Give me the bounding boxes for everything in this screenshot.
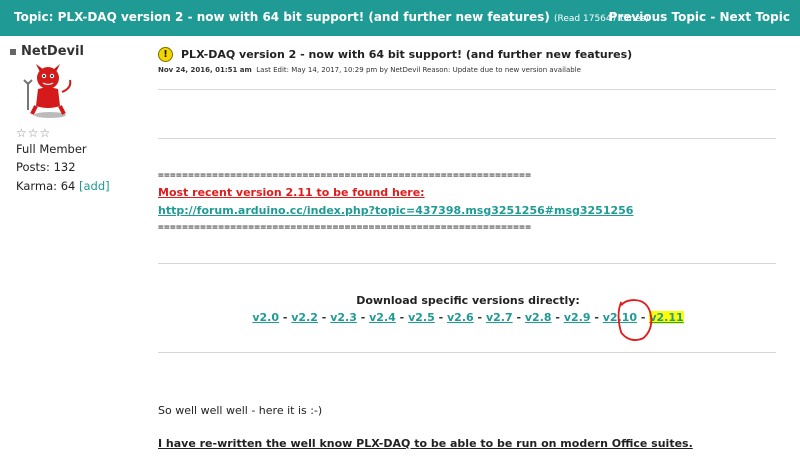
intro-text: So well well well - here it is :-) xyxy=(158,404,323,417)
divider xyxy=(158,138,776,139)
version-separator: - xyxy=(399,311,405,324)
username-row: NetDevil xyxy=(10,44,84,59)
karma-value: Karma: 64 xyxy=(16,179,76,193)
post-edit-info: Last Edit: May 14, 2017, 10:29 pm by Net… xyxy=(256,66,581,74)
topic-title-text: Topic: PLX-DAQ version 2 - now with 64 b… xyxy=(14,10,550,24)
nav-separator: - xyxy=(706,10,720,24)
exclamation-icon: ! xyxy=(158,47,173,62)
recent-version-link[interactable]: http://forum.arduino.cc/index.php?topic=… xyxy=(158,204,633,217)
version-link-2-4[interactable]: v2.4 xyxy=(369,311,396,324)
version-link-2-9[interactable]: v2.9 xyxy=(564,311,591,324)
user-rank: Full Member xyxy=(16,142,87,156)
user-karma: Karma: 64 [add] xyxy=(16,179,110,193)
version-link-2-8[interactable]: v2.8 xyxy=(525,311,552,324)
bullet-icon xyxy=(10,48,16,55)
rewritten-text: I have re-written the well know PLX-DAQ … xyxy=(158,437,693,450)
version-separator: - xyxy=(438,311,444,324)
divider xyxy=(158,352,776,353)
next-topic-link[interactable]: Next Topic xyxy=(720,10,791,24)
user-posts: Posts: 132 xyxy=(16,160,76,174)
post-header: ! PLX-DAQ version 2 - now with 64 bit sup… xyxy=(158,44,632,63)
post-date: Nov 24, 2016, 01:51 am xyxy=(158,66,252,74)
version-link-2-6[interactable]: v2.6 xyxy=(447,311,474,324)
red-circle-annotation xyxy=(617,299,653,341)
divider xyxy=(158,89,776,90)
version-link-2-11[interactable]: v2.11 xyxy=(649,311,684,324)
version-link-2-5[interactable]: v2.5 xyxy=(408,311,435,324)
avatar xyxy=(23,64,72,118)
version-link-2-3[interactable]: v2.3 xyxy=(330,311,357,324)
rank-stars: ☆☆☆ xyxy=(16,126,52,140)
post-title[interactable]: PLX-DAQ version 2 - now with 64 bit supp… xyxy=(181,48,632,61)
version-separator: - xyxy=(477,311,483,324)
version-separator: - xyxy=(282,311,288,324)
download-heading: Download specific versions directly: xyxy=(356,294,580,307)
topic-navigation: Previous Topic - Next Topic xyxy=(609,10,790,24)
equals-separator: ========================================… xyxy=(158,222,532,233)
previous-topic-link[interactable]: Previous Topic xyxy=(609,10,707,24)
version-separator: - xyxy=(516,311,522,324)
version-link-2-7[interactable]: v2.7 xyxy=(486,311,513,324)
version-link-2-0[interactable]: v2.0 xyxy=(252,311,279,324)
equals-separator: ========================================… xyxy=(158,170,532,181)
version-links: v2.0 - v2.2 - v2.3 - v2.4 - v2.5 - v2.6 … xyxy=(158,311,778,324)
topic-title: Topic: PLX-DAQ version 2 - now with 64 b… xyxy=(14,10,649,24)
divider xyxy=(158,263,776,264)
version-separator: - xyxy=(555,311,560,324)
version-link-2-2[interactable]: v2.2 xyxy=(291,311,318,324)
version-separator: - xyxy=(321,311,327,324)
topic-header-bar: Topic: PLX-DAQ version 2 - now with 64 b… xyxy=(0,0,800,36)
version-separator: - xyxy=(360,311,366,324)
most-recent-label: Most recent version 2.11 to be found her… xyxy=(158,186,425,199)
version-separator: - xyxy=(594,311,599,324)
post-meta: Nov 24, 2016, 01:51 am Last Edit: May 14… xyxy=(158,66,581,74)
username-link[interactable]: NetDevil xyxy=(21,44,84,59)
karma-add-link[interactable]: [add] xyxy=(79,179,110,193)
